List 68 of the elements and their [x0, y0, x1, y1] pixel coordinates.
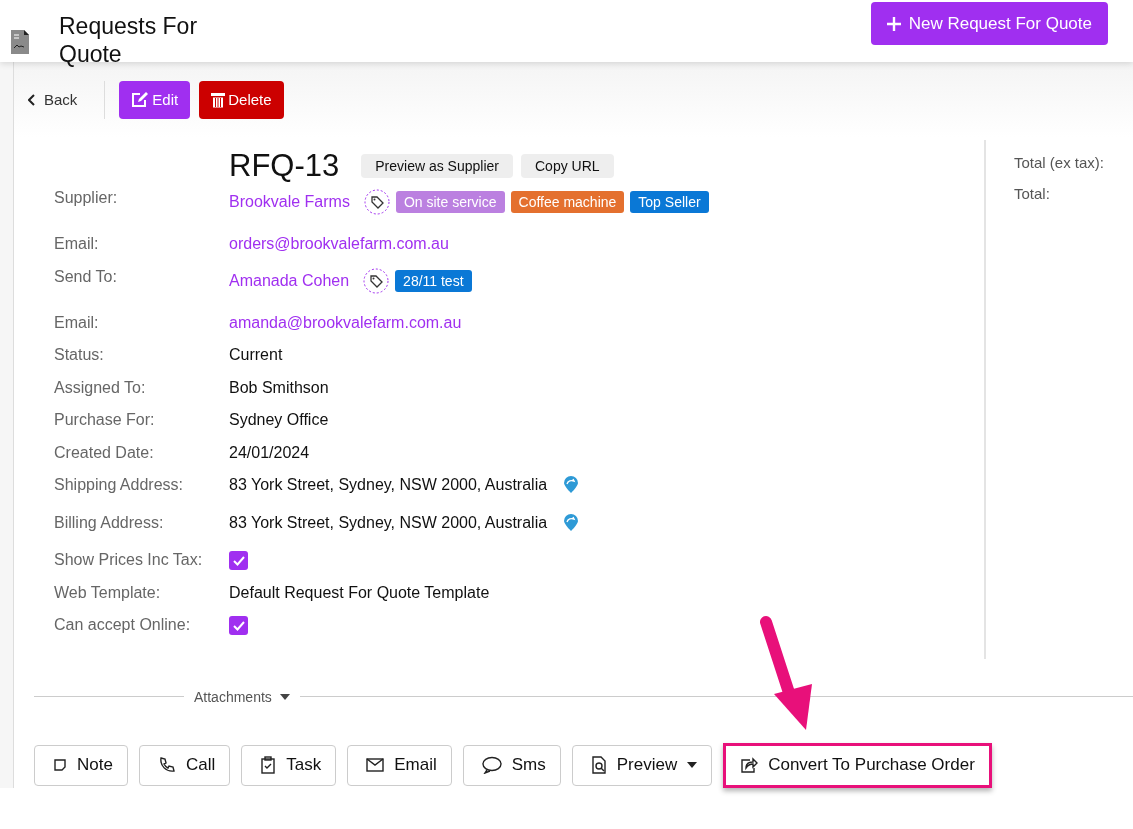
field-link[interactable]: orders@brookvalefarm.com.au: [229, 235, 449, 253]
tag-label: On site service: [395, 191, 505, 213]
field-label: Email:: [54, 312, 100, 332]
speech-bubble-icon: [481, 756, 502, 774]
activity-button[interactable]: Convert To Purchase Order: [723, 742, 992, 788]
total-label: Total:: [1014, 185, 1051, 202]
tag-label: Top Seller: [630, 191, 709, 213]
phone-icon: [157, 756, 176, 774]
back-button[interactable]: Back: [28, 91, 78, 108]
record-action-button[interactable]: Copy URL: [521, 154, 614, 178]
field-label: Show Prices Inc Tax:: [54, 550, 204, 569]
activity-button[interactable]: Email: [347, 744, 452, 786]
plus-icon: [886, 16, 901, 31]
total-label: Total (ex tax):: [1014, 154, 1105, 171]
activity-button[interactable]: Note: [34, 744, 128, 786]
field-value: Default Request For Quote Template: [229, 583, 490, 602]
trash-icon: [211, 91, 226, 108]
field-label: Supplier:: [54, 188, 119, 207]
tag-label: Coffee machine: [510, 191, 625, 213]
field-label: Email:: [54, 234, 100, 253]
field-label: Created Date:: [54, 442, 155, 462]
field-link[interactable]: Amanada Cohen: [229, 271, 350, 290]
field-label: Billing Address:: [54, 512, 165, 532]
new-request-button[interactable]: New Request For Quote: [870, 2, 1108, 45]
delete-button[interactable]: Delete: [199, 80, 284, 119]
field-value: Current: [229, 346, 283, 364]
map-pin-icon[interactable]: [563, 513, 580, 532]
address-value: 83 York Street, Sydney, NSW 2000, Australia: [229, 476, 548, 494]
document-search-icon: [590, 756, 607, 774]
field-label: Shipping Address:: [54, 475, 184, 494]
chevron-left-icon: [28, 93, 36, 106]
record-action-button[interactable]: Preview as Supplier: [361, 154, 513, 178]
document-icon: [11, 30, 29, 54]
field-label: Send To:: [54, 266, 118, 286]
note-icon: [53, 758, 67, 772]
edit-icon: [131, 91, 150, 108]
envelope-icon: [366, 758, 385, 772]
checkmark-icon: [232, 555, 245, 566]
activity-button[interactable]: Call: [138, 744, 231, 786]
page-title: Requests For Quote: [59, 12, 199, 68]
caret-icon: [687, 762, 698, 768]
field-label: Can accept Online:: [54, 615, 192, 634]
field-label: Web Template:: [54, 582, 162, 602]
tag-label: 28/11 test: [395, 269, 472, 292]
attachments-toggle[interactable]: Attachments: [184, 688, 300, 705]
caret-icon: [279, 693, 290, 700]
checkbox[interactable]: [229, 616, 248, 635]
field-label: Status:: [54, 345, 105, 364]
checkbox[interactable]: [229, 551, 248, 570]
field-link[interactable]: amanda@brookvalefarm.com.au: [229, 313, 462, 332]
share-icon: [740, 757, 759, 773]
activity-button[interactable]: Sms: [462, 744, 561, 786]
activity-button[interactable]: Preview: [571, 744, 713, 786]
edit-button[interactable]: Edit: [119, 80, 191, 119]
tag-icon[interactable]: [363, 189, 390, 215]
field-value: Sydney Office: [229, 411, 329, 429]
clipboard-icon: [260, 756, 277, 774]
checkmark-icon: [232, 620, 245, 631]
activity-button[interactable]: Task: [241, 744, 337, 786]
address-value: 83 York Street, Sydney, NSW 2000, Australia: [229, 513, 548, 532]
field-label: Assigned To:: [54, 377, 147, 397]
tag-icon[interactable]: [363, 267, 390, 294]
field-link[interactable]: Brookvale Farms: [229, 193, 350, 211]
record-title: RFQ-13: [229, 148, 340, 184]
field-value: 24/01/2024: [229, 443, 310, 462]
map-pin-icon[interactable]: [563, 476, 580, 494]
field-value: Bob Smithson: [229, 378, 329, 397]
field-label: Purchase For:: [54, 410, 156, 429]
